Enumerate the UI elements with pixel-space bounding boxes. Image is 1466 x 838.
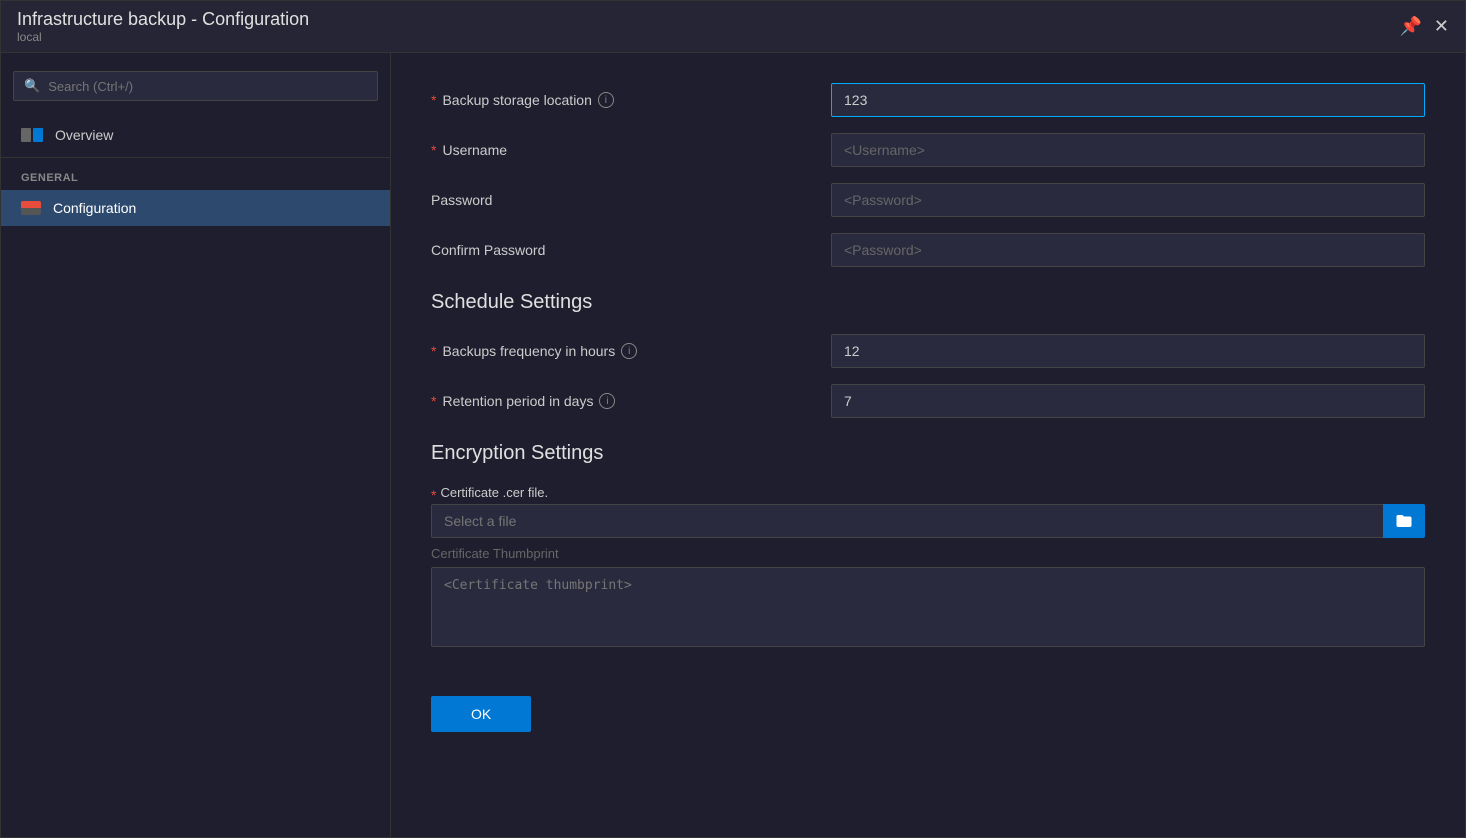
required-star-cert: *	[431, 487, 436, 503]
username-input[interactable]	[831, 133, 1425, 167]
sidebar-item-configuration-label: Configuration	[53, 200, 136, 216]
sidebar: 🔍 Overview GENERAL Configuration	[1, 53, 391, 837]
nav-divider	[1, 157, 390, 158]
backup-freq-info-icon[interactable]: i	[621, 343, 637, 359]
confirm-password-label: Confirm Password	[431, 242, 811, 258]
main-window: Infrastructure backup - Configuration lo…	[0, 0, 1466, 838]
cert-file-input-row	[431, 504, 1425, 538]
username-label: * Username	[431, 142, 811, 158]
ok-button[interactable]: OK	[431, 696, 531, 732]
general-section-label: GENERAL	[1, 162, 390, 190]
backup-storage-row: * Backup storage location i	[431, 83, 1425, 117]
cert-thumbprint-label: Certificate Thumbprint	[431, 546, 1425, 561]
encryption-section: Encryption Settings * Certificate .cer f…	[431, 442, 1425, 652]
sidebar-item-overview-label: Overview	[55, 127, 113, 143]
cert-file-label: Certificate .cer file.	[440, 485, 548, 500]
cert-file-section: * Certificate .cer file.	[431, 485, 1425, 538]
backup-freq-input[interactable]	[831, 334, 1425, 368]
backup-freq-row: * Backups frequency in hours i	[431, 334, 1425, 368]
password-label: Password	[431, 192, 811, 208]
window-title: Infrastructure backup - Configuration	[17, 9, 309, 30]
password-row: Password	[431, 183, 1425, 217]
retention-row: * Retention period in days i	[431, 384, 1425, 418]
backup-storage-input[interactable]	[831, 83, 1425, 117]
storage-section: * Backup storage location i * Username	[431, 83, 1425, 267]
encryption-heading: Encryption Settings	[431, 442, 1425, 465]
search-bar[interactable]: 🔍	[13, 71, 378, 101]
password-input[interactable]	[831, 183, 1425, 217]
overview-icon	[21, 128, 43, 142]
retention-info-icon[interactable]: i	[599, 393, 615, 409]
search-icon: 🔍	[24, 78, 40, 94]
cert-thumbprint-input[interactable]	[431, 567, 1425, 647]
window-subtitle: local	[17, 30, 309, 44]
backup-freq-label: * Backups frequency in hours i	[431, 343, 811, 359]
schedule-heading: Schedule Settings	[431, 291, 1425, 314]
required-star-username: *	[431, 142, 436, 158]
search-input[interactable]	[48, 79, 367, 94]
main-content: * Backup storage location i * Username	[391, 53, 1465, 837]
title-bar-left: Infrastructure backup - Configuration lo…	[17, 9, 309, 44]
file-browse-button[interactable]	[1383, 504, 1425, 538]
required-star-retention: *	[431, 393, 436, 409]
backup-storage-label: * Backup storage location i	[431, 92, 811, 108]
required-star-freq: *	[431, 343, 436, 359]
backup-storage-info-icon[interactable]: i	[598, 92, 614, 108]
close-button[interactable]: ✕	[1434, 16, 1449, 37]
confirm-password-input[interactable]	[831, 233, 1425, 267]
cert-file-input[interactable]	[431, 504, 1383, 538]
title-bar-controls: 📌 ✕	[1399, 16, 1449, 37]
sidebar-item-configuration[interactable]: Configuration	[1, 190, 390, 226]
window-body: 🔍 Overview GENERAL Configuration	[1, 53, 1465, 837]
title-bar: Infrastructure backup - Configuration lo…	[1, 1, 1465, 53]
pin-button[interactable]: 📌	[1399, 16, 1421, 37]
cert-thumbprint-section: Certificate Thumbprint	[431, 546, 1425, 652]
folder-icon	[1395, 512, 1413, 530]
config-icon	[21, 201, 41, 215]
sidebar-item-overview[interactable]: Overview	[1, 117, 390, 153]
cert-file-required-label: * Certificate .cer file.	[431, 485, 1425, 504]
retention-input[interactable]	[831, 384, 1425, 418]
confirm-password-row: Confirm Password	[431, 233, 1425, 267]
retention-label: * Retention period in days i	[431, 393, 811, 409]
schedule-section: Schedule Settings * Backups frequency in…	[431, 291, 1425, 418]
username-row: * Username	[431, 133, 1425, 167]
required-star-storage: *	[431, 92, 436, 108]
